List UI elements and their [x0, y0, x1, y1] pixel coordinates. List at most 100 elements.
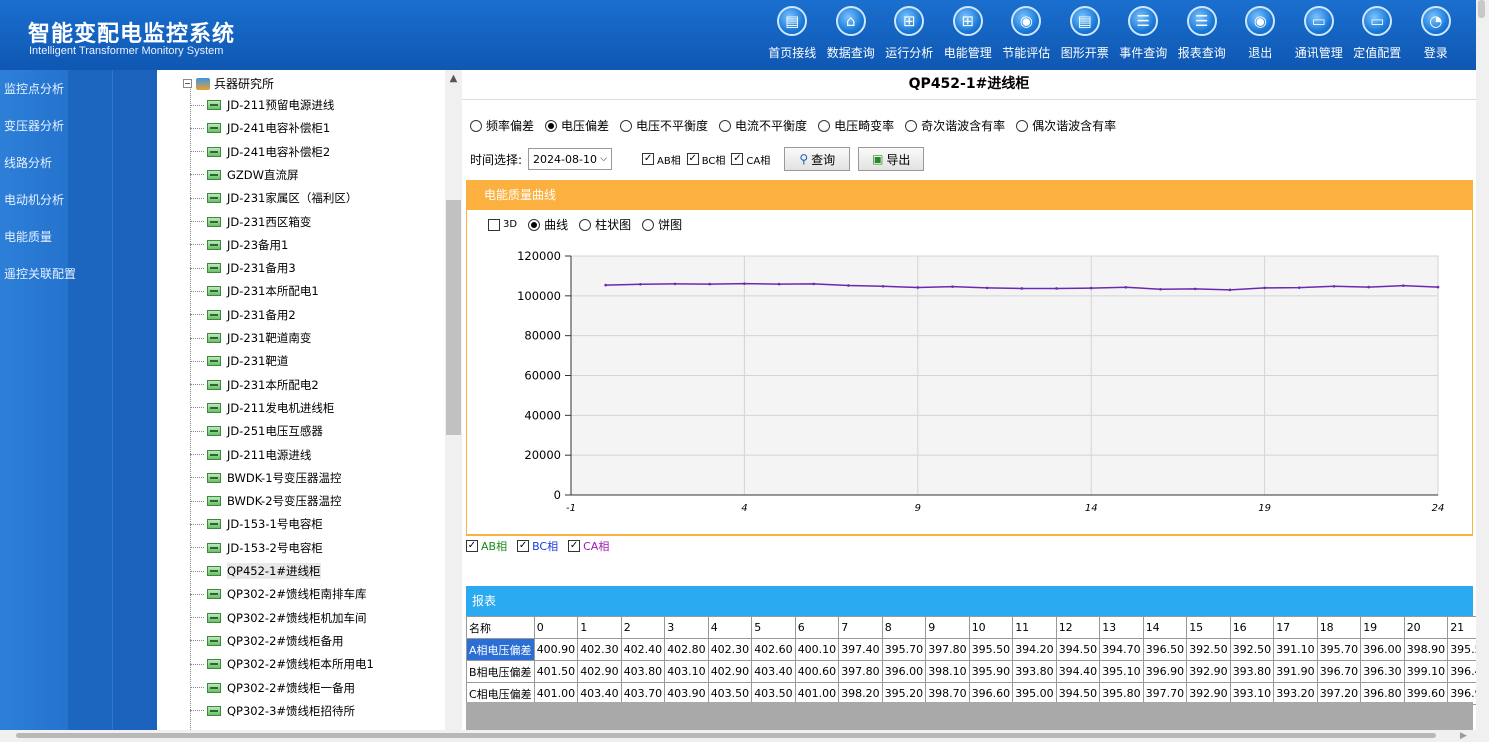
sidebar-item[interactable]: 变压器分析: [4, 117, 64, 134]
metric-option[interactable]: 电压畸变率: [818, 117, 894, 134]
metric-option[interactable]: 偶次谐波含有率: [1016, 117, 1116, 134]
nav-item-2[interactable]: ⊞ 运行分析: [880, 6, 939, 66]
nav-item-9[interactable]: ▭ 通讯管理: [1290, 6, 1349, 66]
table-cell: 393.80: [1012, 660, 1057, 683]
export-button[interactable]: ▣ 导出: [858, 147, 925, 171]
scroll-right-icon[interactable]: ▶: [1460, 731, 1467, 741]
tree-scroll-thumb[interactable]: [446, 200, 461, 435]
data-point: [639, 282, 642, 286]
tree-item[interactable]: JD-231靶道南变: [190, 328, 311, 348]
tree-item[interactable]: JD-231家属区（福利区）: [190, 188, 357, 208]
chart-panel-header: 电能质量曲线: [466, 180, 1473, 210]
chart-type-option[interactable]: 柱状图: [579, 216, 631, 233]
table-cell: 395.70: [881, 638, 927, 661]
legend-item[interactable]: ✓ CA相: [568, 538, 609, 554]
chart-type-option[interactable]: 曲线: [528, 216, 568, 233]
nav-item-8[interactable]: ◉ 退出: [1231, 6, 1290, 66]
globe-icon: ◉: [1245, 6, 1276, 36]
tree-item[interactable]: GZDW直流屏: [190, 165, 299, 185]
chart-type-option[interactable]: 饼图: [642, 216, 682, 233]
tree-item[interactable]: QP302-2#馈线柜本所用电1: [190, 654, 374, 674]
monitor-icon: ▭: [1362, 6, 1393, 36]
nav-item-7[interactable]: ☰ 报表查询: [1173, 6, 1232, 66]
tree-item[interactable]: JD-231本所配电2: [190, 375, 319, 395]
phase-check[interactable]: ✓ AB相: [642, 152, 681, 167]
tree-item[interactable]: BWDK-1号变压器温控: [190, 468, 342, 488]
cabinet-icon: [207, 309, 221, 320]
tree-item[interactable]: JD-153-2号电容柜: [190, 538, 323, 558]
tree-item[interactable]: JD-241电容补偿柜2: [190, 142, 330, 162]
tree-item[interactable]: QP302-2#馈线柜南排车库: [190, 584, 367, 604]
metric-option-label: 频率偏差: [486, 119, 535, 133]
nav-item-1[interactable]: ⌂ 数据查询: [822, 6, 881, 66]
tree-item[interactable]: BWDK-2号变压器温控: [190, 491, 342, 511]
scroll-up-icon[interactable]: ▲: [445, 70, 462, 87]
tree-item[interactable]: JD-231靶道: [190, 351, 288, 371]
sidebar-item[interactable]: 线路分析: [4, 154, 52, 171]
data-point: [1089, 286, 1093, 290]
window-hscroll-thumb[interactable]: [16, 733, 1436, 738]
tree-item[interactable]: JD-241电容补偿柜1: [190, 118, 330, 138]
home-icon: ⌂: [835, 6, 866, 36]
table-cell: 391.10: [1273, 638, 1318, 661]
nav-item-6[interactable]: ☰ 事件查询: [1114, 6, 1173, 66]
sidebar-item[interactable]: 监控点分析: [4, 80, 64, 97]
window-vscroll-thumb[interactable]: [1478, 0, 1485, 18]
sidebar-item[interactable]: 遥控关联配置: [4, 265, 76, 282]
tree-item[interactable]: JD-211预留电源进线: [190, 95, 334, 115]
nav-item-0[interactable]: ▤ 首页接线: [763, 6, 822, 66]
date-select[interactable]: 2024-08-10 ⌵: [528, 148, 613, 170]
tree-item[interactable]: JD-153-1号电容柜: [190, 514, 323, 534]
tree-item[interactable]: JD-251电压互感器: [190, 421, 323, 441]
tree-item-label: QP302-3#馈线柜招待所: [227, 703, 356, 718]
x-tick-label: -1: [566, 503, 576, 514]
column-header: 18: [1316, 616, 1362, 639]
legend-item[interactable]: ✓ AB相: [466, 538, 507, 554]
x-tick-label: 4: [741, 503, 747, 514]
phase-check-label: AB相: [657, 155, 681, 167]
tree-connector: [190, 104, 204, 106]
nav-item-10[interactable]: ▭ 定值配置: [1348, 6, 1407, 66]
sidebar-item[interactable]: 电动机分析: [4, 191, 64, 208]
data-point: [881, 284, 885, 288]
tree-item[interactable]: QP452-1#进线柜: [190, 561, 321, 581]
legend-item[interactable]: ✓ BC相: [517, 538, 558, 554]
table-row[interactable]: B相电压偏差 401.50 402.90 403.80 403.10 402.90 403.…: [466, 660, 1489, 683]
query-button[interactable]: ⚲ 查询: [784, 147, 851, 171]
metric-option[interactable]: 电压偏差: [545, 117, 609, 134]
tree-item[interactable]: QP302-2#馈线柜备用: [190, 631, 344, 651]
tree-item[interactable]: JD-231备用3: [190, 258, 296, 278]
sidebar-item[interactable]: 电能质量: [4, 228, 52, 245]
phase-check[interactable]: ✓ CA相: [731, 152, 770, 167]
tree-item[interactable]: JD-211发电机进线柜: [190, 398, 334, 418]
nav-item-4[interactable]: ◉ 节能评估: [997, 6, 1056, 66]
tree-root[interactable]: − 兵器研究所: [183, 75, 274, 92]
table-row[interactable]: A相电压偏差 400.90 402.30 402.40 402.80 402.30 402.…: [466, 638, 1489, 661]
nav-item-label: 数据查询: [826, 46, 875, 60]
data-point: [708, 282, 712, 286]
metric-option[interactable]: 奇次谐波含有率: [905, 117, 1005, 134]
nav-item-11[interactable]: ◔ 登录: [1407, 6, 1466, 66]
tree-item[interactable]: JD-211电源进线: [190, 445, 311, 465]
metric-option[interactable]: 电压不平衡度: [620, 117, 708, 134]
nav-item-5[interactable]: ▤ 图形开票: [1056, 6, 1115, 66]
collapse-icon[interactable]: −: [183, 79, 192, 88]
tree-item[interactable]: JD-23备用1: [190, 235, 288, 255]
window-vscrollbar[interactable]: [1476, 0, 1489, 742]
tree-item[interactable]: JD-231本所配电1: [190, 281, 319, 301]
tree-item[interactable]: JD-231西区箱变: [190, 212, 311, 232]
tree-scrollbar[interactable]: ▲: [445, 70, 462, 730]
tree-item-label: JD-231本所配电2: [227, 377, 319, 392]
tree-connector: [190, 430, 204, 432]
nav-item-3[interactable]: ⊞ 电能管理: [939, 6, 998, 66]
tree-item[interactable]: QP302-3#馈线柜招待所: [190, 701, 356, 721]
metric-option[interactable]: 电流不平衡度: [719, 117, 807, 134]
phase-check[interactable]: ✓ BC相: [686, 152, 725, 167]
tree-item[interactable]: JD-231备用2: [190, 305, 296, 325]
tree-item[interactable]: QP302-2#馈线柜机加车间: [190, 608, 367, 628]
3d-toggle[interactable]: 3D: [488, 218, 517, 231]
tree-item[interactable]: QP302-2#馈线柜一备用: [190, 678, 355, 698]
checkbox-checked-icon: ✓: [686, 153, 699, 165]
metric-option[interactable]: 频率偏差: [470, 117, 534, 134]
user-icon: ◔: [1420, 6, 1451, 36]
